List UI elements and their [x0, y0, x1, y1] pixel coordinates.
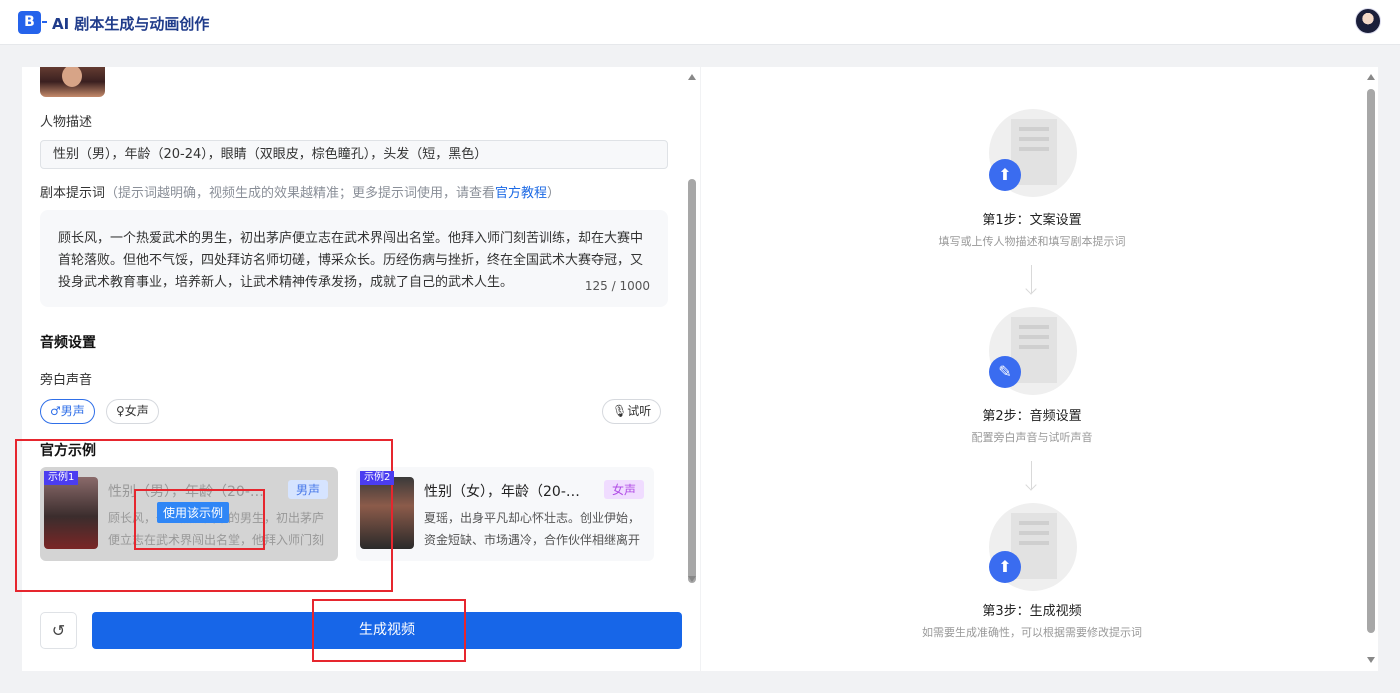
- character-desc-label: 人物描述: [40, 115, 93, 130]
- step-2-subtitle: 配置旁白声音与试听声音: [971, 431, 1093, 444]
- step-3-subtitle: 如需要生成准确性，可以根据需要修改提示词: [922, 626, 1142, 639]
- example-badge: 示例2: [360, 471, 395, 485]
- prompt-counter: 125 / 1000: [584, 279, 650, 293]
- left-scrollbar[interactable]: [688, 85, 696, 605]
- prompt-hint: （提示词越明确，视频生成的效果越精准；更多提示词使用，请查看: [105, 186, 496, 201]
- narration-label: 旁白声音: [40, 373, 93, 388]
- scroll-down-arrow[interactable]: [688, 576, 696, 582]
- app-logo: B: [18, 11, 47, 34]
- step-2-title: 第2步：音频设置: [982, 409, 1082, 424]
- tutorial-link[interactable]: 官方教程: [495, 186, 547, 201]
- edit-icon: ✎: [989, 356, 1021, 388]
- prompt-text[interactable]: 顾长风，一个热爱武术的男生，初出茅庐便立志在武术界闯出名堂。他拜入师门刻苦训练，…: [58, 231, 643, 290]
- scroll-down-arrow[interactable]: [1367, 657, 1375, 663]
- example-image: [44, 477, 98, 549]
- scroll-up-arrow[interactable]: [1367, 74, 1375, 80]
- use-example-button[interactable]: 使用该示例: [157, 502, 230, 523]
- upload-icon: ⬆: [989, 551, 1021, 583]
- official-examples-title: 官方示例: [40, 443, 96, 459]
- step-3-title: 第3步：生成视频: [982, 604, 1082, 619]
- example-title: 性别（女），年龄（20-26），眼睛（双眼皮）: [424, 484, 584, 500]
- right-scrollbar-thumb[interactable]: [1367, 89, 1375, 633]
- upload-icon: ⬆: [989, 159, 1021, 191]
- app-title: AI 剧本生成与动画创作: [52, 15, 210, 33]
- steps-panel: ⬆ 第1步：文案设置 填写或上传人物描述和填写剧本提示词 ✎ 第2步：音频设置 …: [701, 67, 1378, 671]
- example-card-2[interactable]: 示例2 性别（女），年龄（20-26），眼睛（双眼皮） 女声 夏瑶，出身平凡却心…: [356, 467, 654, 561]
- example-card-1[interactable]: 示例1 性别（男），年龄（20-24），眼睛（双眼皮，棕色瞳孔） 男声 顾长风，…: [40, 467, 338, 561]
- example-voice-tag: 女声: [603, 480, 644, 499]
- character-image: [40, 67, 105, 97]
- generate-video-button[interactable]: 生成视频: [92, 612, 682, 649]
- example-image: [360, 477, 414, 549]
- reset-button[interactable]: ↺: [40, 612, 77, 649]
- audio-settings-title: 音频设置: [40, 335, 96, 351]
- prompt-hint-end: ）: [547, 186, 561, 201]
- right-scrollbar[interactable]: [1367, 85, 1375, 633]
- prompt-textarea[interactable]: 顾长风，一个热爱武术的男生，初出茅庐便立志在武术界闯出名堂。他拜入师门刻苦训练，…: [40, 210, 668, 307]
- step-1-title: 第1步：文案设置: [982, 213, 1082, 228]
- arrow-down-icon: [1031, 265, 1032, 293]
- voice-male-button[interactable]: ♂男声: [40, 399, 95, 424]
- character-desc-input[interactable]: 性别（男），年龄（20-24），眼睛（双眼皮，棕色瞳孔），头发（短，黑色）: [40, 140, 668, 169]
- voice-female-button[interactable]: ♀女声: [106, 399, 159, 424]
- user-avatar[interactable]: [1355, 8, 1381, 34]
- script-settings-panel: 人物描述 性别（男），年龄（20-24），眼睛（双眼皮，棕色瞳孔），头发（短，黑…: [22, 67, 700, 671]
- example-voice-tag: 男声: [287, 480, 328, 499]
- scroll-up-arrow[interactable]: [688, 74, 696, 80]
- example-title: 性别（男），年龄（20-24），眼睛（双眼皮，棕色瞳孔）: [108, 484, 268, 500]
- example-badge: 示例1: [44, 471, 79, 485]
- arrow-down-icon: [1031, 461, 1032, 489]
- voice-preview-button[interactable]: 🎙试听: [602, 399, 662, 424]
- example-body: 夏瑶，出身平凡却心怀壮志。创业伊始，资金短缺、市场遇冷，合作伙伴相继离开: [424, 511, 641, 547]
- prompt-label-row: 剧本提示词（提示词越明确，视频生成的效果越精准；更多提示词使用，请查看官方教程）: [40, 182, 560, 201]
- top-bar: B AI 剧本生成与动画创作: [0, 0, 1400, 45]
- step-1-subtitle: 填写或上传人物描述和填写剧本提示词: [938, 235, 1126, 248]
- left-scrollbar-thumb[interactable]: [688, 179, 696, 583]
- prompt-label: 剧本提示词: [40, 186, 106, 201]
